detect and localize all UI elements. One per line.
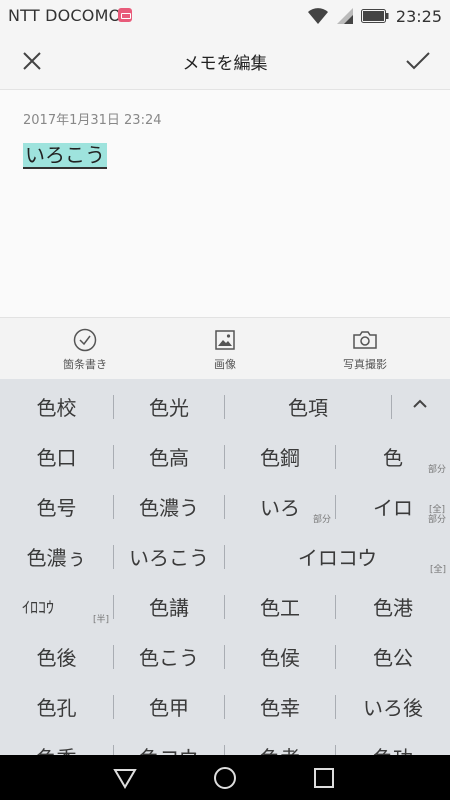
candidate-item[interactable]: 色功 [336, 731, 450, 756]
clock: 23:25 [395, 6, 442, 26]
check-circle-icon [73, 328, 97, 352]
camera-icon [353, 331, 377, 349]
candidate-item[interactable]: イロ [全] 部分 [336, 481, 450, 531]
take-photo-button[interactable]: 写真撮影 [305, 328, 425, 372]
checkmark-icon [406, 52, 430, 70]
candidate-item[interactable]: 色考 [225, 731, 335, 756]
carrier-name: NTT DOCOMO [8, 6, 122, 25]
battery-icon [360, 9, 389, 23]
candidate-row: 色孔 色甲 色幸 いろ後 [0, 681, 450, 731]
candidate-row: 色後 色こう 色侯 色公 [0, 631, 450, 681]
back-triangle-icon [113, 769, 137, 789]
candidate-item[interactable]: ｲﾛｺｳ [半] [0, 581, 113, 631]
candidate-item[interactable]: 色鋼 [225, 431, 335, 481]
candidate-divider [391, 395, 392, 419]
candidate-item[interactable]: 色講 [114, 581, 224, 631]
candidate-item[interactable]: 色香 [0, 731, 113, 756]
candidate-badge: [半] [92, 615, 109, 625]
app-bar: メモを編集 [0, 32, 450, 90]
candidate-item[interactable]: 色幸 [225, 681, 335, 731]
candidate-item[interactable]: 色後 [0, 631, 113, 681]
candidate-row: 色口 色高 色鋼 色 部分 [0, 431, 450, 481]
save-button[interactable] [404, 47, 432, 75]
wifi-icon [307, 8, 328, 24]
candidate-item[interactable]: 色こう [114, 631, 224, 681]
status-icons: 23:25 [307, 5, 442, 27]
back-button[interactable] [112, 765, 138, 791]
candidate-row: 色濃ぅ いろこう イロコウ [全] [0, 531, 450, 581]
image-button[interactable]: 画像 [165, 328, 285, 372]
candidate-item[interactable]: 色口 [0, 431, 113, 481]
signal-icon [336, 8, 353, 24]
image-icon [215, 330, 235, 350]
candidate-row: ｲﾛｺｳ [半] 色講 色工 色港 [0, 581, 450, 631]
candidate-item[interactable]: 色高 [114, 431, 224, 481]
note-date: 2017年1月31日 23:24 [23, 113, 162, 128]
candidate-item[interactable]: 色号 [0, 481, 113, 531]
note-text-input[interactable]: いろこう [23, 143, 107, 169]
candidate-item[interactable]: 色濃う [114, 481, 224, 531]
candidate-item[interactable]: 色校 [0, 381, 113, 431]
status-bar: NTT DOCOMO 23:25 [0, 0, 450, 32]
candidate-text: いろ [260, 495, 300, 520]
candidate-item[interactable]: 色工 [225, 581, 335, 631]
take-photo-label: 写真撮影 [343, 358, 387, 371]
candidate-item[interactable]: 色甲 [114, 681, 224, 731]
page-title: メモを編集 [182, 54, 268, 74]
candidate-row: 色香 色コウ 色考 色功 [0, 731, 450, 755]
candidate-badge: [全] [429, 565, 446, 575]
candidate-item[interactable]: 色項 [225, 381, 391, 431]
candidate-item[interactable]: 色濃ぅ [0, 531, 113, 581]
message-notification-icon [118, 8, 132, 22]
recent-apps-button[interactable] [311, 765, 337, 791]
recent-square-icon [314, 768, 334, 788]
candidate-text: 色 [383, 445, 403, 470]
candidate-item[interactable]: 色公 [336, 631, 450, 681]
image-label: 画像 [214, 358, 236, 371]
candidate-item[interactable]: 色 部分 [336, 431, 450, 481]
bullet-list-label: 箇条書き [63, 358, 107, 371]
candidate-item[interactable]: 色光 [114, 381, 224, 431]
home-circle-icon [214, 767, 236, 789]
candidate-item[interactable]: 色侯 [225, 631, 335, 681]
candidate-item[interactable]: イロコウ [全] [225, 531, 450, 581]
note-editor[interactable]: 2017年1月31日 23:24 いろこう [0, 91, 450, 317]
candidate-row: 色号 色濃う いろ 部分 イロ [全] 部分 [0, 481, 450, 531]
candidate-row: 色校 色光 色項 [0, 381, 450, 431]
candidate-text: イロ [373, 495, 413, 520]
ime-candidate-panel: 色校 色光 色項 色口 色高 色鋼 色 部分 色号 色濃う いろ 部分 イロ [… [0, 379, 450, 755]
bullet-list-button[interactable]: 箇条書き [25, 328, 145, 372]
candidate-item[interactable]: 色港 [336, 581, 450, 631]
candidate-item[interactable]: いろ 部分 [225, 481, 335, 531]
chevron-up-icon[interactable] [412, 397, 428, 411]
edit-toolbar: 箇条書き 画像 写真撮影 [0, 317, 450, 379]
candidate-item[interactable]: いろこう [114, 531, 224, 581]
candidate-badge: 部分 [427, 465, 446, 475]
home-button[interactable] [212, 765, 238, 791]
candidate-badge: 部分 [312, 515, 331, 525]
candidate-item[interactable]: 色コウ [114, 731, 224, 756]
candidate-badge: [全] 部分 [427, 505, 446, 525]
candidate-text: イロコウ [297, 545, 378, 570]
candidate-text: ｲﾛｺｳ [22, 598, 55, 617]
candidate-item[interactable]: 色孔 [0, 681, 113, 731]
navigation-bar [0, 755, 450, 800]
candidate-item[interactable]: いろ後 [336, 681, 450, 731]
